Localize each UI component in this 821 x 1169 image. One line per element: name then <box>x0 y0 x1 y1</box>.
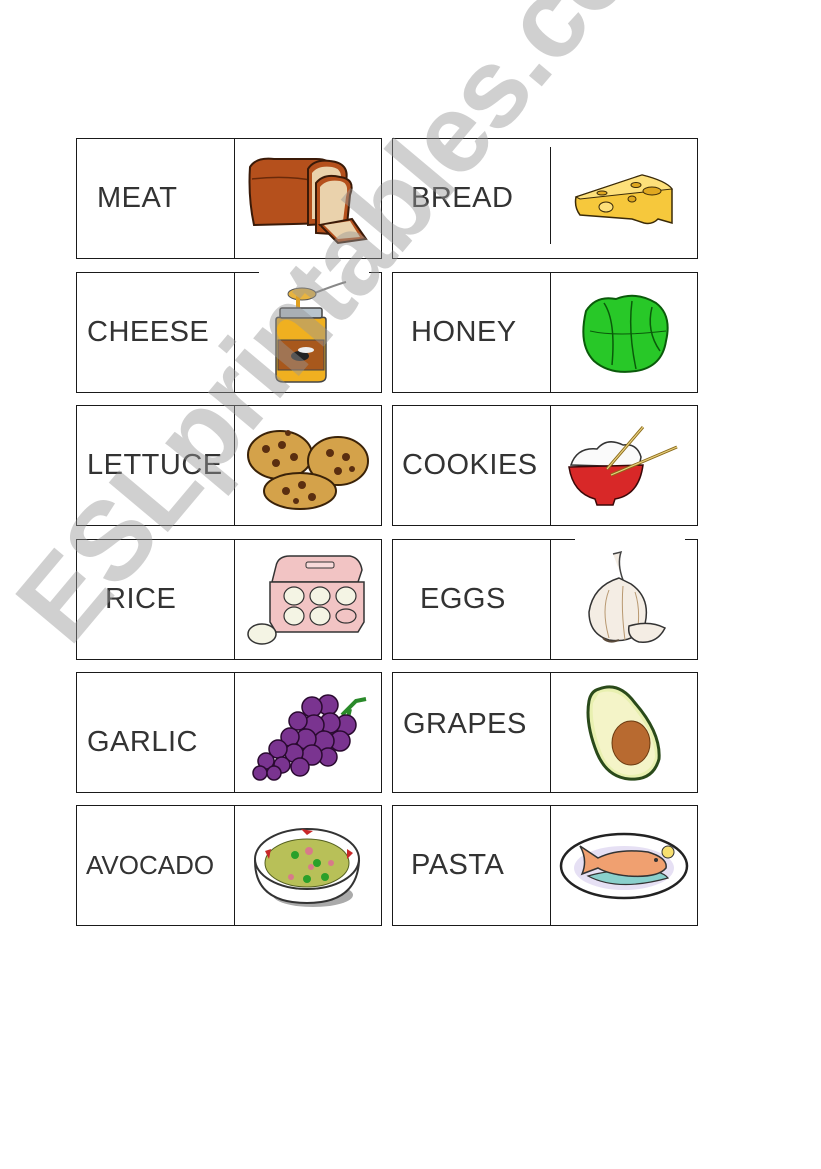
bread-loaf-icon <box>235 139 381 258</box>
card-word: GRAPES <box>403 708 527 740</box>
card-word: GARLIC <box>87 726 198 758</box>
card-word: HONEY <box>411 316 517 348</box>
domino-card: GARLIC <box>76 672 382 793</box>
card-word: COOKIES <box>402 449 538 481</box>
domino-card: PASTA <box>392 805 698 926</box>
domino-card: BREAD <box>392 138 698 259</box>
fish-plate-icon <box>551 806 697 925</box>
rice-bowl-icon <box>551 406 697 525</box>
domino-card: AVOCADO <box>76 805 382 926</box>
domino-card: HONEY <box>392 272 698 393</box>
garlic-icon <box>551 540 697 659</box>
domino-card: COOKIES <box>392 405 698 526</box>
cheese-wedge-icon <box>551 139 697 258</box>
card-word: LETTUCE <box>87 449 223 481</box>
card-word: BREAD <box>411 182 514 214</box>
cookies-icon <box>235 406 381 525</box>
lettuce-icon <box>551 273 697 392</box>
honey-jar-icon <box>235 273 381 392</box>
domino-card: LETTUCE <box>76 405 382 526</box>
domino-card: CHEESE <box>76 272 382 393</box>
card-word: PASTA <box>411 849 505 881</box>
avocado-icon <box>551 673 697 792</box>
grapes-icon <box>235 673 381 792</box>
domino-card: EGGS <box>392 539 698 660</box>
card-word: CHEESE <box>87 316 210 348</box>
card-word: MEAT <box>97 182 178 214</box>
domino-card: MEAT <box>76 138 382 259</box>
egg-carton-icon <box>235 540 381 659</box>
domino-card: GRAPES <box>392 672 698 793</box>
card-word: AVOCADO <box>86 850 215 880</box>
domino-card: RICE <box>76 539 382 660</box>
pasta-bowl-icon <box>235 806 381 925</box>
